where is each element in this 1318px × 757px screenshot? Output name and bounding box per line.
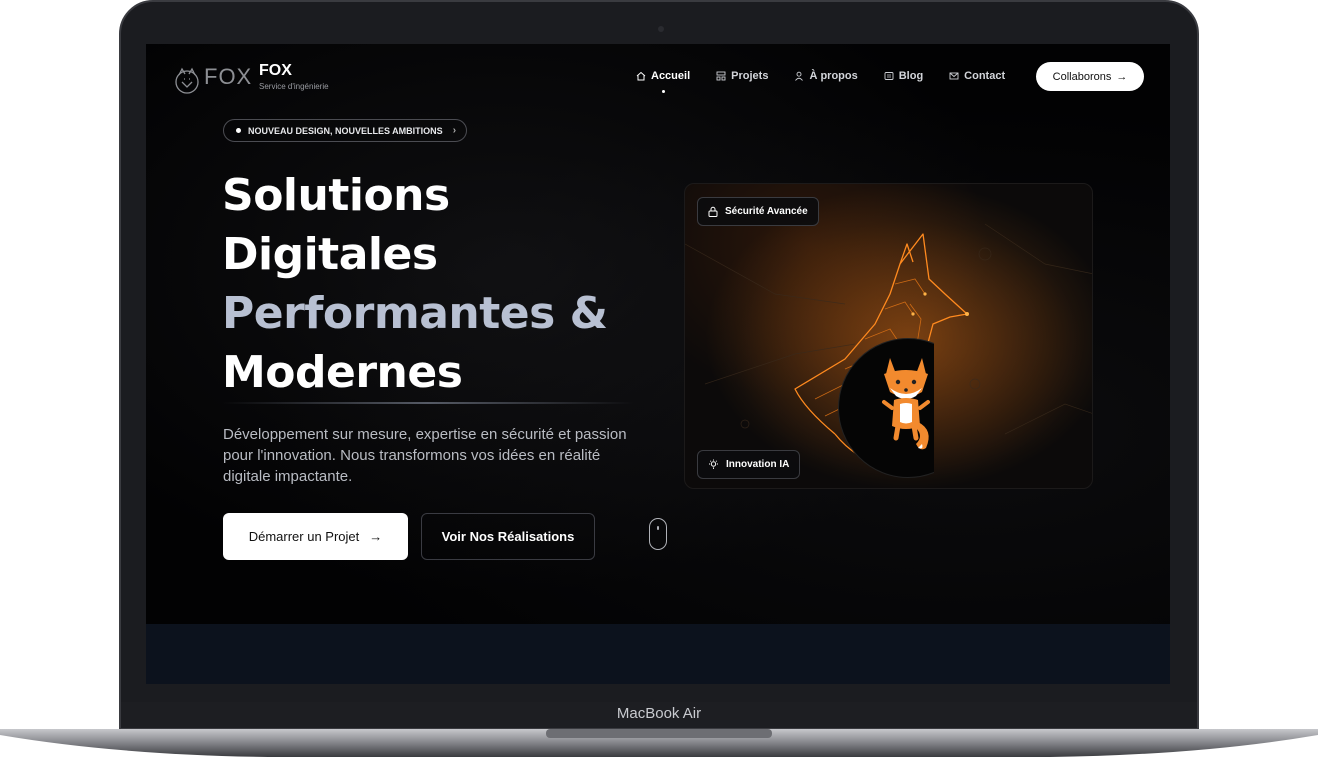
- ai-chip: Innovation IA: [697, 450, 801, 479]
- arrow-right-icon: →: [369, 529, 383, 544]
- top-navbar: FOX FOX Service d'ingénierie Accueil Pro…: [146, 44, 1170, 110]
- headline-line-1: Solutions: [222, 170, 450, 221]
- headline-line-3: Performantes &: [222, 288, 608, 339]
- device-model-label: MacBook Air: [616, 705, 702, 722]
- headline-underline: [222, 402, 634, 404]
- start-project-button[interactable]: Démarrer un Projet →: [223, 513, 408, 560]
- nav-label: Contact: [964, 70, 1006, 82]
- scroll-wheel: [657, 526, 659, 530]
- mail-icon: [949, 72, 959, 80]
- home-icon: [636, 71, 646, 81]
- announcement-badge[interactable]: NOUVEAU DESIGN, NOUVELLES AMBITIONS ›: [223, 119, 468, 142]
- fox-logo-icon[interactable]: [172, 66, 202, 96]
- nav-label: Projets: [731, 70, 769, 82]
- badge-text: NOUVEAU DESIGN, NOUVELLES AMBITIONS: [248, 125, 443, 136]
- next-section-band: [146, 624, 1170, 684]
- nav-label: À propos: [809, 70, 858, 82]
- start-project-label: Démarrer un Projet: [248, 529, 360, 544]
- nav-item-blog[interactable]: Blog: [884, 70, 923, 82]
- newspaper-icon: [884, 72, 894, 80]
- brand-block[interactable]: FOX Service d'ingénierie: [259, 62, 329, 91]
- collaborons-label: Collaborons: [1052, 70, 1112, 83]
- nav-label: Accueil: [651, 70, 691, 82]
- nav-links: Accueil Projets À propos Blog Contact: [636, 70, 1031, 93]
- active-indicator-dot: [662, 90, 666, 93]
- security-chip: Sécurité Avancée: [697, 197, 819, 226]
- layout-icon: [716, 71, 726, 81]
- hero-lead-text: Développement sur mesure, expertise en s…: [223, 426, 627, 485]
- scroll-mouse-icon[interactable]: [649, 518, 667, 550]
- website-screen: FOX FOX Service d'ingénierie Accueil Pro…: [146, 44, 1170, 684]
- user-icon: [795, 71, 804, 81]
- logo-wordmark[interactable]: FOX: [204, 64, 252, 90]
- view-work-button[interactable]: Voir Nos Réalisations: [421, 513, 595, 560]
- collaborons-button[interactable]: Collaborons →: [1036, 62, 1144, 91]
- badge-dot: [236, 128, 241, 133]
- ai-chip-label: Innovation IA: [726, 459, 790, 470]
- camera-dot: [658, 26, 664, 32]
- nav-label: Blog: [898, 70, 924, 82]
- nav-item-accueil[interactable]: Accueil: [636, 70, 691, 93]
- headline-line-4: Modernes: [222, 347, 463, 398]
- headline-line-2: Digitales: [222, 229, 438, 280]
- brand-name: FOX: [259, 62, 292, 79]
- security-chip-label: Sécurité Avancée: [725, 206, 808, 217]
- lightbulb-icon: [709, 459, 718, 469]
- nav-item-a-propos[interactable]: À propos: [794, 70, 858, 82]
- view-work-label: Voir Nos Réalisations: [441, 529, 575, 544]
- nav-item-contact[interactable]: Contact: [949, 70, 1005, 82]
- chevron-right-icon: ›: [452, 125, 457, 136]
- fox-mascot-icon[interactable]: [876, 352, 936, 452]
- brand-tagline: Service d'ingénierie: [259, 82, 329, 91]
- nav-item-projets[interactable]: Projets: [716, 70, 768, 82]
- laptop-base: [0, 729, 1318, 757]
- arrow-right-icon: →: [1116, 70, 1128, 83]
- lock-icon: [708, 206, 718, 217]
- hero-headline: Solutions Digitales Performantes & Moder…: [222, 166, 608, 402]
